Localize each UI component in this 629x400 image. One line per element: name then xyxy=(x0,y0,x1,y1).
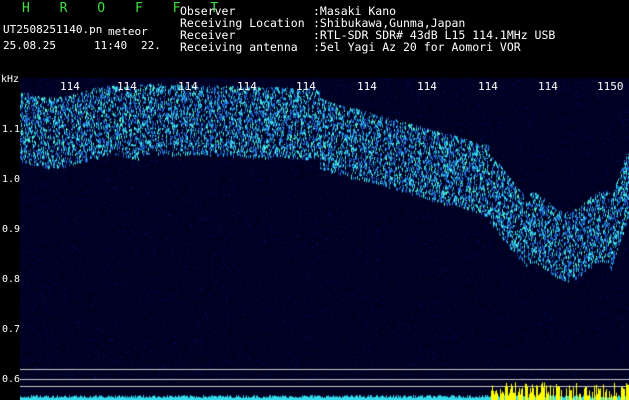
capture-time: 11:40 xyxy=(94,39,128,52)
y-tick-label: 1.1 xyxy=(2,124,21,135)
info-value-antenna: :5el Yagi Az 20 for Aomori VOR xyxy=(313,40,521,54)
y-axis-unit: kHz xyxy=(1,74,20,85)
x-tick-label: 114 xyxy=(417,80,437,93)
x-tick-label: 114 xyxy=(478,80,498,93)
x-tick-label: 114 xyxy=(117,80,137,93)
y-tick-label: 0.7 xyxy=(2,324,21,335)
capture-date: 25.08.25 xyxy=(3,39,56,52)
file-name: UT2508251140.pn xyxy=(3,23,103,36)
x-tick-label: 1150 xyxy=(597,80,624,93)
x-tick-label: 114 xyxy=(178,80,198,93)
y-tick-label: 1.0 xyxy=(2,174,21,185)
y-tick-label: 0.8 xyxy=(2,274,21,285)
spectrogram-canvas xyxy=(20,78,629,400)
x-tick-label: 114 xyxy=(237,80,257,93)
y-tick-label: 0.9 xyxy=(2,224,21,235)
x-tick-label: 114 xyxy=(60,80,80,93)
info-label-antenna: Receiving antenna xyxy=(180,40,298,54)
file-tag: meteor xyxy=(108,25,148,38)
x-tick-label: 114 xyxy=(357,80,377,93)
hrofft-window: H R O F F T UT2508251140.pn meteor 25.08… xyxy=(0,0,629,400)
x-tick-label: 114 xyxy=(296,80,316,93)
x-tick-label: 114 xyxy=(538,80,558,93)
y-tick-label: 0.6 xyxy=(2,374,21,385)
capture-counter: 22. xyxy=(141,39,161,52)
